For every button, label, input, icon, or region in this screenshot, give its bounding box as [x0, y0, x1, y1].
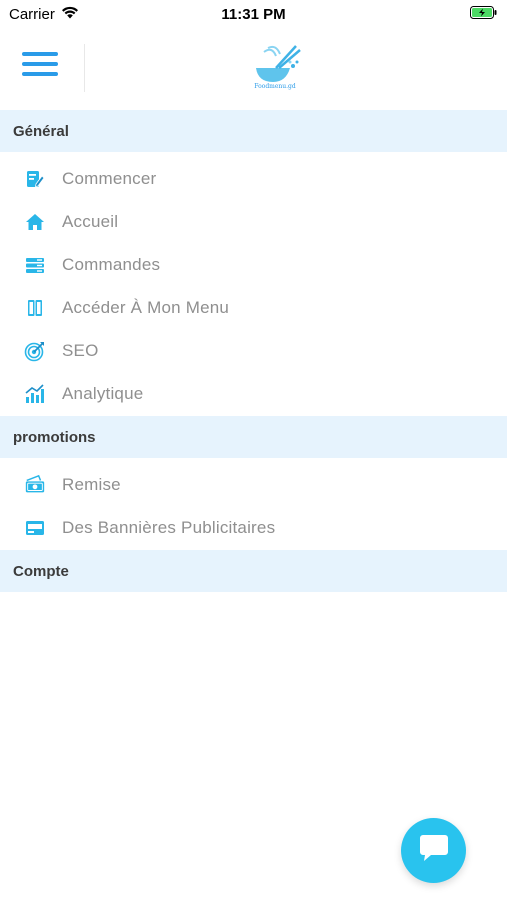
- menu-item-label: Commencer: [62, 169, 157, 188]
- logo-text: Foodmenu.gd: [254, 83, 296, 90]
- menu-book-icon: [24, 297, 46, 319]
- nav-bar: Foodmenu.gd: [0, 28, 507, 110]
- menu-item-seo[interactable]: SEO: [0, 330, 507, 372]
- menu-item-remise[interactable]: Remise: [0, 464, 507, 506]
- hamburger-line: [22, 62, 58, 66]
- section-title: promotions: [13, 428, 96, 446]
- hamburger-line: [22, 52, 58, 56]
- app-logo: Foodmenu.gd: [246, 42, 304, 96]
- section-header-promotions: promotions: [0, 416, 507, 458]
- menu-item-label: Des Bannières Publicitaires: [62, 518, 276, 537]
- section-title: Compte: [13, 562, 69, 580]
- hamburger-line: [22, 72, 58, 76]
- menu-item-label: Accueil: [62, 212, 119, 231]
- status-bar: Carrier 11:31 PM: [0, 0, 507, 28]
- nav-divider: [84, 44, 85, 92]
- menu-item-label: Remise: [62, 475, 121, 494]
- menu-item-acceder-mon-menu[interactable]: Accéder À Mon Menu: [0, 287, 507, 329]
- target-icon: [24, 340, 46, 362]
- menu-item-label: Analytique: [62, 384, 144, 403]
- home-icon: [24, 211, 46, 233]
- section-header-compte: Compte: [0, 550, 507, 592]
- menu-item-commencer[interactable]: Commencer: [0, 158, 507, 200]
- chat-bubble-icon: [418, 833, 450, 868]
- section-title: Général: [13, 122, 69, 140]
- menu-item-label: Commandes: [62, 255, 161, 274]
- menu-item-analytique[interactable]: Analytique: [0, 373, 507, 415]
- edit-document-icon: [24, 168, 46, 190]
- discount-cash-icon: [24, 474, 46, 496]
- menu-item-label: SEO: [62, 341, 99, 360]
- noodle-bowl-logo: [256, 45, 301, 82]
- battery-charging-icon: [470, 5, 497, 23]
- menu-item-bannieres-publicitaires[interactable]: Des Bannières Publicitaires: [0, 507, 507, 549]
- status-left: Carrier: [0, 6, 79, 23]
- menu-item-accueil[interactable]: Accueil: [0, 201, 507, 243]
- hamburger-menu-button[interactable]: [22, 52, 58, 86]
- banner-ad-icon: [24, 517, 46, 539]
- orders-list-icon: [24, 254, 46, 276]
- section-header-general: Général: [0, 110, 507, 152]
- carrier-label: Carrier: [9, 5, 55, 23]
- wifi-icon: [61, 6, 79, 23]
- menu-item-label: Accéder À Mon Menu: [62, 298, 230, 317]
- menu-item-commandes[interactable]: Commandes: [0, 244, 507, 286]
- status-right: [470, 5, 507, 23]
- chat-button[interactable]: [401, 818, 466, 883]
- analytics-chart-icon: [24, 383, 46, 405]
